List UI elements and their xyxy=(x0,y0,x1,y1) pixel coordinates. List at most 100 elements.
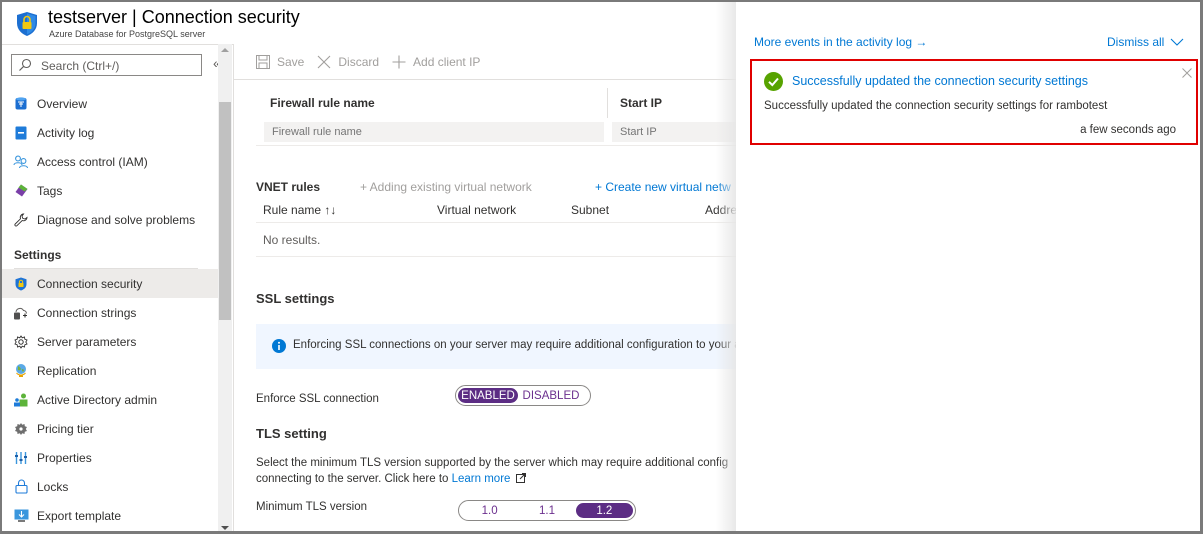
sidebar-item-label: Replication xyxy=(37,363,97,378)
sidebar-item-label: Locks xyxy=(37,479,69,494)
scroll-up-arrow[interactable] xyxy=(221,48,229,52)
sidebar-item-label: Connection security xyxy=(37,276,143,291)
enforce-ssl-label: Enforce SSL connection xyxy=(256,393,379,405)
sidebar-item-pricing-tier[interactable]: Pricing tier xyxy=(2,414,218,443)
sidebar-item-connection-strings[interactable]: Connection strings xyxy=(2,298,218,327)
more-events-link[interactable]: More events in the activity log → xyxy=(754,35,927,49)
sidebar-item-label: Activity log xyxy=(37,125,95,140)
dismiss-all-button[interactable]: Dismiss all xyxy=(1107,35,1164,49)
globe-icon xyxy=(13,363,29,379)
notifications-panel: More events in the activity log → Dismis… xyxy=(736,2,1200,531)
notification-body: Successfully updated the connection secu… xyxy=(764,100,1108,112)
add-client-ip-button[interactable]: Add client IP xyxy=(391,54,480,70)
column-start-ip: Start IP xyxy=(620,96,663,110)
external-link-icon xyxy=(515,473,526,483)
sidebar-item-server-parameters[interactable]: Server parameters xyxy=(2,327,218,356)
overview-icon xyxy=(13,96,29,112)
no-results-text: No results. xyxy=(263,233,321,247)
search-placeholder: Search (Ctrl+/) xyxy=(41,59,120,73)
tag-icon xyxy=(13,183,29,199)
create-new-vnet-link[interactable]: + Create new virtual netw xyxy=(595,180,731,194)
notification-title[interactable]: Successfully updated the connection secu… xyxy=(792,74,1088,88)
notification-timestamp: a few seconds ago xyxy=(1080,124,1176,136)
nav-list: Overview Activity log Access control (IA… xyxy=(2,89,218,530)
column-subnet: Subnet xyxy=(571,203,610,217)
sidebar-item-properties[interactable]: Properties xyxy=(2,443,218,472)
column-rule-name: Firewall rule name xyxy=(270,96,375,110)
sidebar-item-label: Connection strings xyxy=(37,305,137,320)
save-label: Save xyxy=(277,54,305,69)
vnet-empty-row: No results. xyxy=(256,224,736,257)
sidebar-item-tags[interactable]: Tags xyxy=(2,176,218,205)
connection-strings-icon xyxy=(13,305,29,321)
gear-icon xyxy=(13,334,29,350)
sidebar-item-label: Pricing tier xyxy=(37,421,94,436)
notification-card[interactable]: Successfully updated the connection secu… xyxy=(750,59,1198,145)
shield-lock-icon xyxy=(17,12,37,36)
tls-setting-title: TLS setting xyxy=(256,426,327,441)
sidebar-item-access-control[interactable]: Access control (IAM) xyxy=(2,147,218,176)
sidebar-item-export-template[interactable]: Export template xyxy=(2,501,218,530)
sidebar-item-label: Overview xyxy=(37,96,88,111)
tls-option-1-0[interactable]: 1.0 xyxy=(461,503,518,518)
vnet-rules-title: VNET rules xyxy=(256,180,321,194)
column-rule-name-sortable[interactable]: Rule name ↑↓ xyxy=(263,203,336,217)
ssl-disabled-option[interactable]: DISABLED xyxy=(518,388,584,403)
sidebar-item-overview[interactable]: Overview xyxy=(2,89,218,118)
tls-option-1-2[interactable]: 1.2 xyxy=(575,503,633,518)
shield-lock-icon xyxy=(13,276,29,292)
min-tls-label: Minimum TLS version xyxy=(256,501,367,513)
discard-button[interactable]: Discard xyxy=(316,54,379,70)
settings-section-header: Settings xyxy=(2,234,218,269)
min-tls-version-toggle[interactable]: 1.0 1.1 1.2 xyxy=(458,500,636,521)
learn-more-link[interactable]: Learn more xyxy=(452,473,511,485)
wrench-icon xyxy=(13,212,29,228)
discard-label: Discard xyxy=(338,54,380,69)
sidebar-item-label: Tags xyxy=(37,183,63,198)
column-virtual-network: Virtual network xyxy=(437,203,517,217)
info-icon xyxy=(272,339,286,353)
search-input[interactable]: Search (Ctrl+/) xyxy=(11,54,202,76)
lock-icon xyxy=(13,479,29,495)
rule-name-input[interactable] xyxy=(264,122,604,142)
panel-shadow xyxy=(716,2,736,531)
sidebar-item-activity-log[interactable]: Activity log xyxy=(2,118,218,147)
portal-window: testserver | Connection security Azure D… xyxy=(0,0,1203,534)
firewall-rule-row xyxy=(256,120,736,146)
plus-icon xyxy=(391,54,407,70)
ssl-enabled-option[interactable]: ENABLED xyxy=(458,388,518,403)
main-content: Save Discard Add client IP Firewall rule… xyxy=(234,44,764,531)
ssl-info-text: Enforcing SSL connections on your server… xyxy=(293,339,765,351)
sidebar-item-label: Diagnose and solve problems xyxy=(37,212,196,227)
sidebar-scrollbar[interactable] xyxy=(218,44,232,531)
export-template-icon xyxy=(13,508,29,524)
add-existing-vnet-link[interactable]: + Adding existing virtual network xyxy=(360,180,532,194)
scroll-down-arrow[interactable] xyxy=(221,526,229,530)
page-title: testserver | Connection security xyxy=(48,7,300,27)
activity-log-icon xyxy=(13,125,29,141)
sidebar-item-active-directory-admin[interactable]: Active Directory admin xyxy=(2,385,218,414)
chevron-down-icon[interactable] xyxy=(1170,36,1184,48)
tls-description: Select the minimum TLS version supported… xyxy=(256,455,736,487)
success-check-icon xyxy=(764,72,783,91)
ssl-info-banner: Enforcing SSL connections on your server… xyxy=(256,324,764,369)
enforce-ssl-toggle[interactable]: ENABLED DISABLED xyxy=(455,385,591,406)
firewall-table-header: Firewall rule name Start IP xyxy=(256,88,736,118)
column-separator xyxy=(607,88,608,118)
scroll-thumb[interactable] xyxy=(219,102,231,320)
sidebar-item-diagnose[interactable]: Diagnose and solve problems xyxy=(2,205,218,234)
save-button[interactable]: Save xyxy=(255,54,304,70)
sidebar-item-connection-security[interactable]: Connection security xyxy=(2,269,218,298)
sidebar-item-label: Properties xyxy=(37,450,92,465)
close-icon[interactable] xyxy=(1182,68,1192,78)
pricing-gear-icon xyxy=(13,421,29,437)
sidebar-item-locks[interactable]: Locks xyxy=(2,472,218,501)
command-bar: Save Discard Add client IP xyxy=(234,44,736,80)
ad-admin-icon xyxy=(13,392,29,408)
save-icon xyxy=(255,54,271,70)
sidebar-item-label: Active Directory admin xyxy=(37,392,158,407)
tls-option-1-1[interactable]: 1.1 xyxy=(518,503,575,518)
sidebar-item-label: Server parameters xyxy=(37,334,137,349)
add-client-ip-label: Add client IP xyxy=(413,54,481,69)
sidebar-item-replication[interactable]: Replication xyxy=(2,356,218,385)
